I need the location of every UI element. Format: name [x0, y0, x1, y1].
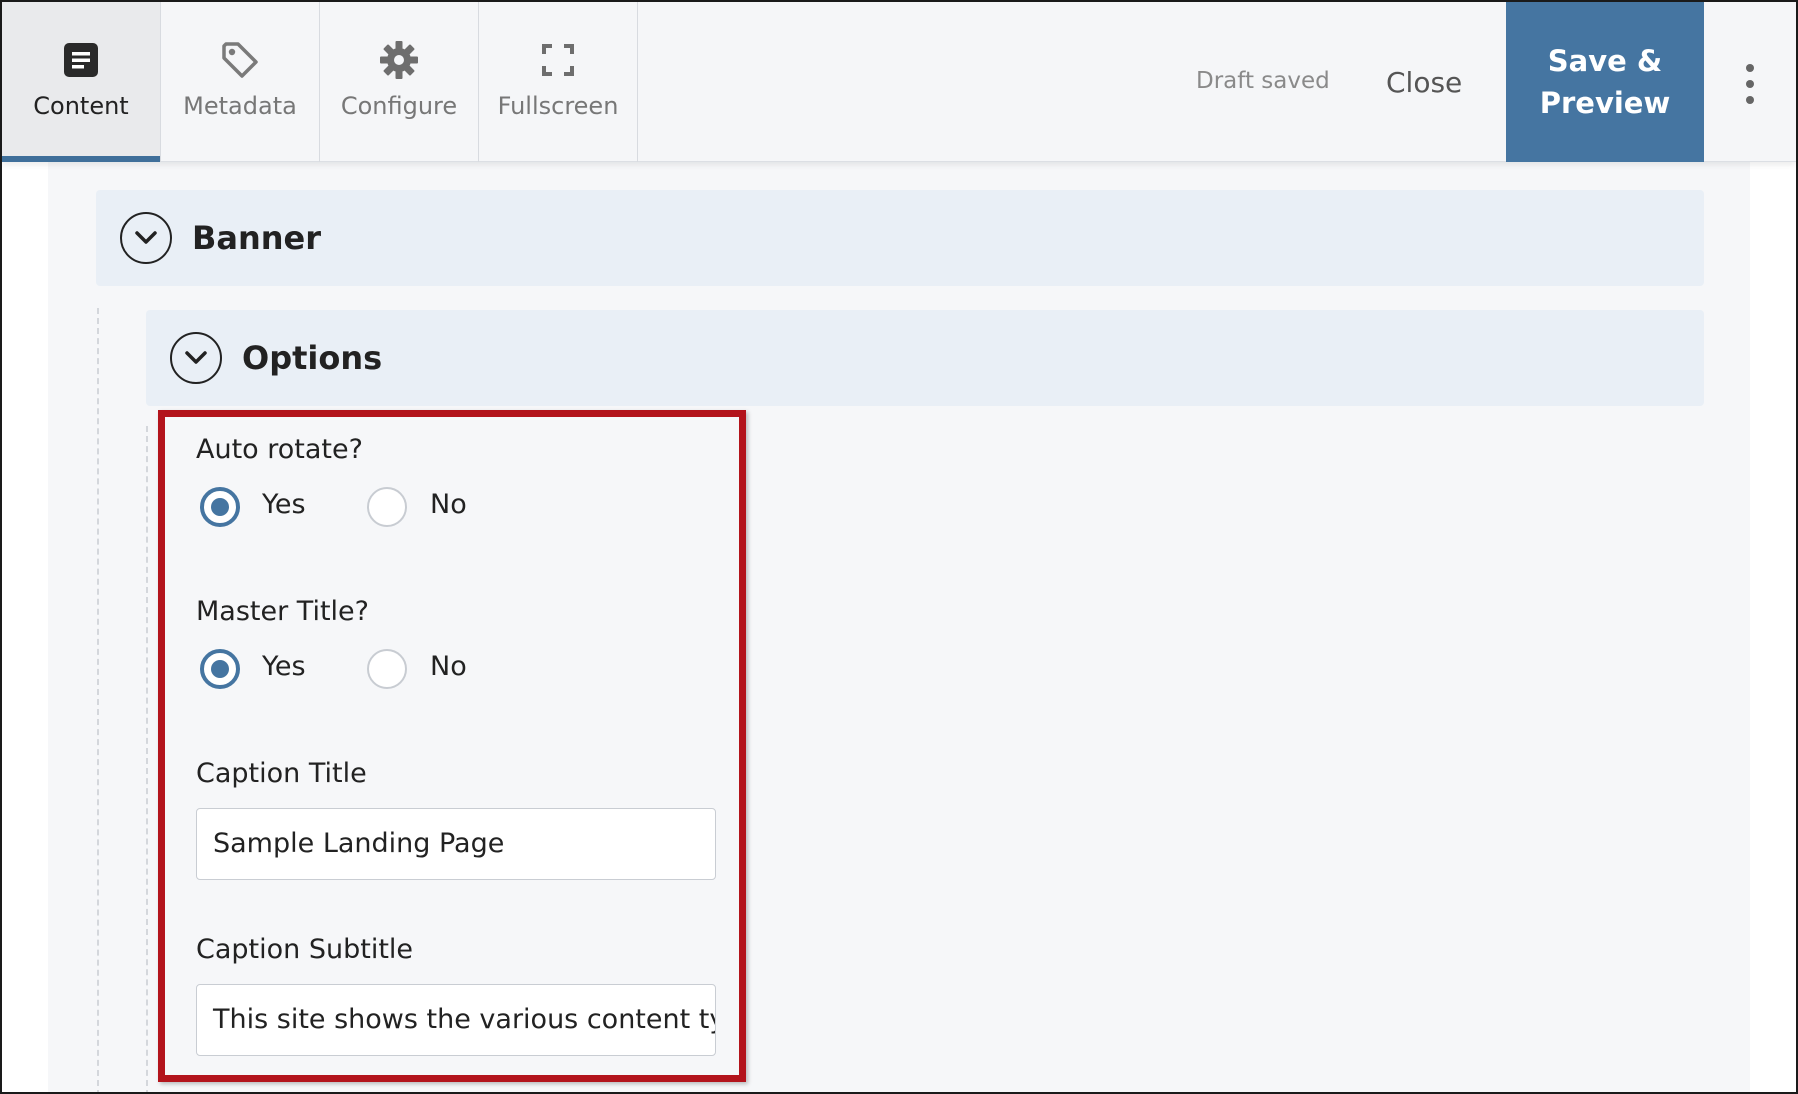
save-preview-button[interactable]: Save & Preview	[1506, 2, 1704, 162]
options-section-header[interactable]: Options	[146, 310, 1704, 406]
tab-configure[interactable]: Configure	[320, 2, 479, 162]
tab-fullscreen-label: Fullscreen	[497, 92, 619, 120]
tab-content-label: Content	[33, 92, 129, 120]
highlight-box	[158, 410, 746, 1082]
tab-metadata-label: Metadata	[183, 92, 297, 120]
tab-configure-label: Configure	[340, 92, 458, 120]
fullscreen-icon	[538, 40, 578, 80]
save-label-line2: Preview	[1539, 86, 1671, 120]
close-button[interactable]: Close	[1386, 66, 1462, 99]
tab-fullscreen[interactable]: Fullscreen	[479, 2, 638, 162]
tag-icon	[220, 40, 260, 80]
banner-section-title: Banner	[192, 219, 322, 257]
document-icon	[61, 40, 101, 80]
editor-toolbar: Content Metadata Configure Fullscreen Dr…	[2, 2, 1796, 162]
options-section-title: Options	[242, 339, 383, 377]
nesting-guide	[97, 308, 99, 1092]
editor-window: Content Metadata Configure Fullscreen Dr…	[0, 0, 1798, 1094]
nesting-guide	[146, 426, 148, 1092]
kebab-menu-icon[interactable]	[1738, 64, 1762, 104]
tab-content[interactable]: Content	[2, 2, 161, 162]
banner-section-header[interactable]: Banner	[96, 190, 1704, 286]
chevron-down-icon[interactable]	[120, 212, 172, 264]
save-label-line1: Save &	[1547, 44, 1663, 78]
draft-status: Draft saved	[1196, 68, 1330, 94]
tab-metadata[interactable]: Metadata	[161, 2, 320, 162]
gear-icon	[379, 40, 419, 80]
chevron-down-icon[interactable]	[170, 332, 222, 384]
